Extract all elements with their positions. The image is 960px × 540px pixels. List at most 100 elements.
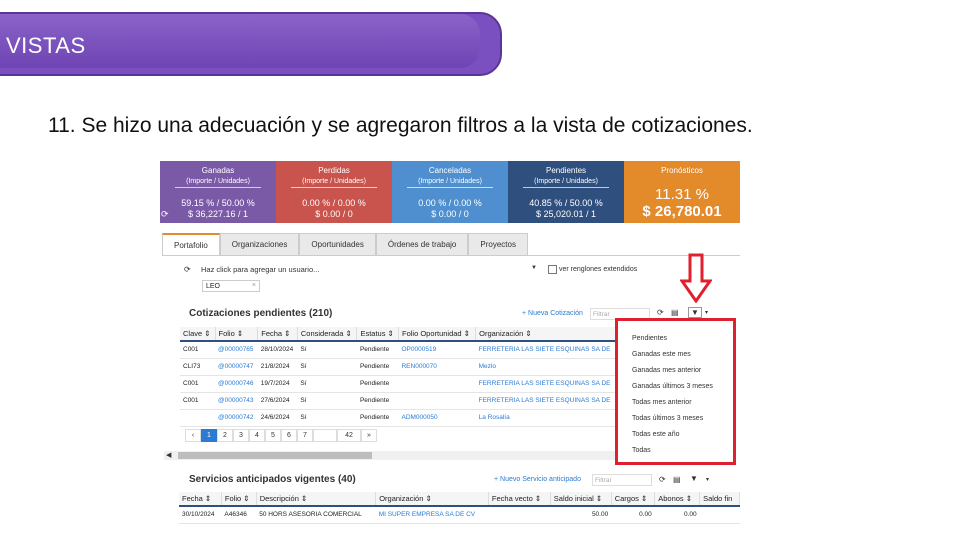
export-icon[interactable]: ▤: [673, 475, 681, 484]
tab-portafolio[interactable]: Portafolio: [162, 233, 220, 255]
kpi-subtitle: (Importe / Unidades): [291, 178, 377, 188]
cell-organizacion-link[interactable]: FERRETERIA LAS SIETE ESQUINAS SA DE: [475, 341, 618, 359]
kpi-percent: 40.85 % / 50.00 %: [529, 198, 603, 208]
services-filter-input[interactable]: Filtrar: [592, 474, 652, 486]
cell-saldo-inicial: 50.00: [550, 506, 612, 524]
kpi-pendientes[interactable]: Pendientes (Importe / Unidades) 40.85 % …: [508, 161, 624, 223]
cell-considerada: Sí: [297, 375, 357, 393]
cell-oportunidad-link[interactable]: REN000070: [398, 358, 476, 376]
kpi-canceladas[interactable]: Canceladas (Importe / Unidades) 0.00 % /…: [392, 161, 508, 223]
kpi-title: Pronósticos: [661, 166, 703, 175]
kpi-amount: $ 36,227.16 / 1: [187, 209, 249, 219]
page-3[interactable]: 3: [233, 429, 249, 442]
tab-oportunidades[interactable]: Oportunidades: [299, 233, 376, 255]
page-4[interactable]: 4: [249, 429, 265, 442]
col-folio-oportunidad[interactable]: Folio Oportunidad ⇕: [398, 327, 477, 342]
kpi-percent: 59.15 % / 50.00 %: [181, 198, 255, 208]
refresh-icon[interactable]: ⟳: [161, 209, 169, 220]
close-icon[interactable]: ×: [252, 282, 256, 289]
table-row[interactable]: CLI73 @00000747 21/8/2024 Sí Pendiente R…: [180, 358, 618, 376]
export-icon[interactable]: ▤: [671, 308, 679, 317]
page-next[interactable]: »: [361, 429, 377, 442]
cell-oportunidad-link[interactable]: ADM000050: [398, 409, 476, 427]
col-cargos[interactable]: Cargos ⇕: [611, 492, 656, 507]
col-fecha[interactable]: Fecha ⇕: [179, 492, 222, 507]
col-descripcion[interactable]: Descripción ⇕: [256, 492, 377, 507]
table-header: Fecha ⇕ Folio ⇕ Descripción ⇕ Organizaci…: [179, 492, 740, 507]
chevron-left-icon[interactable]: ◀: [166, 451, 171, 459]
col-abonos[interactable]: Abonos ⇕: [654, 492, 701, 507]
cell-organizacion-link[interactable]: FERRETERIA LAS SIETE ESQUINAS SA DE: [475, 392, 618, 410]
tab-proyectos[interactable]: Proyectos: [468, 233, 528, 255]
col-clave[interactable]: Clave ⇕: [180, 327, 216, 342]
caret-down-icon[interactable]: ▼: [531, 265, 537, 271]
cell-clave: C001: [180, 392, 216, 410]
table-row[interactable]: @00000742 24/6/2024 Sí Pendiente ADM0000…: [180, 409, 618, 427]
refresh-icon[interactable]: ⟳: [659, 475, 666, 484]
cell-oportunidad-link[interactable]: OP0000519: [398, 341, 476, 359]
filter-icon[interactable]: ▼: [690, 474, 698, 483]
cell-organizacion-link[interactable]: Mezlo: [475, 358, 618, 376]
scrollbar-thumb[interactable]: [178, 452, 372, 459]
caret-down-icon[interactable]: ▾: [705, 309, 708, 316]
kpi-subtitle: (Importe / Unidades): [175, 178, 261, 188]
cell-folio-link[interactable]: @00000742: [215, 409, 258, 427]
kpi-perdidas[interactable]: Perdidas (Importe / Unidades) 0.00 % / 0…: [276, 161, 392, 223]
tab-organizaciones[interactable]: Organizaciones: [219, 233, 300, 255]
page-2[interactable]: 2: [217, 429, 233, 442]
new-service-button[interactable]: + Nuevo Servicio anticipado: [494, 476, 581, 483]
cell-fecha: 21/8/2024: [257, 358, 298, 376]
col-folio[interactable]: Folio ⇕: [215, 327, 259, 342]
cell-organizacion-link[interactable]: FERRETERIA LAS SIETE ESQUINAS SA DE: [475, 375, 618, 393]
page-1[interactable]: 1: [201, 429, 217, 442]
new-quote-button[interactable]: + Nueva Cotización: [522, 310, 583, 317]
col-saldo-fin[interactable]: Saldo fin: [699, 492, 740, 507]
tab-ordenes[interactable]: Órdenes de trabajo: [375, 233, 469, 255]
col-saldo-inicial[interactable]: Saldo inicial ⇕: [550, 492, 612, 507]
cell-oportunidad-link[interactable]: [398, 375, 476, 393]
cell-clave: C001: [180, 375, 216, 393]
kpi-bar: Ganadas (Importe / Unidades) 59.15 % / 5…: [160, 161, 740, 223]
col-organizacion[interactable]: Organización ⇕: [475, 327, 618, 342]
cell-organizacion-link[interactable]: MI SUPER EMPRESA SA DE CV: [375, 506, 489, 524]
cell-cargos: 0.00: [611, 506, 655, 524]
page-6[interactable]: 6: [281, 429, 297, 442]
col-fecha[interactable]: Fecha ⇕: [257, 327, 298, 342]
cell-folio: A46346: [221, 506, 257, 524]
refresh-icon[interactable]: ⟳: [184, 265, 191, 274]
page-42[interactable]: 42: [337, 429, 361, 442]
user-select[interactable]: ⟳ Haz click para agregar un usuario... ▼: [176, 262, 540, 276]
kpi-pronosticos[interactable]: Pronósticos 11.31 % $ 26,780.01: [624, 161, 740, 223]
cell-folio-link[interactable]: @00000765: [215, 341, 258, 359]
table-row[interactable]: 30/10/2024 A46346 50 HORS ASESORIA COMER…: [179, 506, 740, 524]
slide-text: 11. Se hizo una adecuación y se agregaro…: [48, 114, 753, 137]
col-estatus[interactable]: Estatus ⇕: [356, 327, 399, 342]
table-row[interactable]: C001 @00000746 19/7/2024 Sí Pendiente FE…: [180, 375, 618, 393]
cell-oportunidad-link[interactable]: [398, 392, 476, 410]
table-row[interactable]: C001 @00000765 28/10/2024 Sí Pendiente O…: [180, 341, 618, 359]
kpi-title: Perdidas: [318, 166, 350, 175]
page-5[interactable]: 5: [265, 429, 281, 442]
cell-folio-link[interactable]: @00000743: [215, 392, 258, 410]
caret-down-icon[interactable]: ▾: [706, 476, 709, 483]
extended-rows-checkbox[interactable]: [548, 265, 557, 274]
refresh-icon[interactable]: ⟳: [657, 308, 664, 317]
col-folio[interactable]: Folio ⇕: [221, 492, 257, 507]
kpi-ganadas[interactable]: Ganadas (Importe / Unidades) 59.15 % / 5…: [160, 161, 276, 223]
cell-fecha-vecto: [488, 506, 551, 524]
cell-estatus: Pendiente: [356, 409, 399, 427]
quotes-title: Cotizaciones pendientes (210): [189, 308, 333, 319]
cell-estatus: Pendiente: [356, 392, 399, 410]
col-considerada[interactable]: Considerada ⇕: [297, 327, 358, 342]
cell-folio-link[interactable]: @00000747: [215, 358, 258, 376]
page-7[interactable]: 7: [297, 429, 313, 442]
cell-organizacion-link[interactable]: La Rosalía: [475, 409, 618, 427]
kpi-subtitle: (Importe / Unidades): [407, 178, 493, 188]
col-fecha-vecto[interactable]: Fecha vecto ⇕: [488, 492, 551, 507]
filter-icon[interactable]: ▼: [688, 307, 702, 318]
col-organizacion[interactable]: Organización ⇕: [375, 492, 489, 507]
table-row[interactable]: C001 @00000743 27/6/2024 Sí Pendiente FE…: [180, 392, 618, 410]
page-prev[interactable]: ‹: [185, 429, 201, 442]
user-chip[interactable]: LEO ×: [202, 280, 260, 292]
cell-folio-link[interactable]: @00000746: [215, 375, 258, 393]
